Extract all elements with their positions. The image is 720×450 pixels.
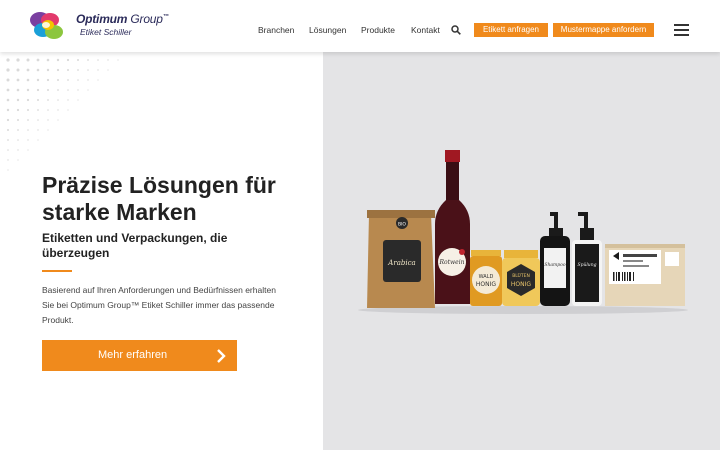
hero-subtitle: Etiketten und Verpackungen, die überzeug…: [42, 231, 228, 260]
shampoo-bottle: Shampoo: [540, 212, 570, 306]
svg-text:Rotwein: Rotwein: [438, 259, 464, 266]
decorative-dots: [6, 58, 119, 171]
soap-bottle: Spülung: [572, 212, 602, 306]
nav-item-branchen[interactable]: Branchen: [258, 25, 294, 35]
chevron-right-icon: [217, 349, 226, 363]
learn-more-label: Mehr erfahren: [98, 349, 168, 361]
hero-body-text: Basierend auf Ihren Anforderungen und Be…: [42, 285, 276, 325]
shipping-box: [605, 244, 685, 306]
wine-bottle: Rotwein: [435, 150, 470, 304]
request-samples-button[interactable]: Mustermappe anfordern: [553, 23, 654, 37]
learn-more-button[interactable]: Mehr erfahren: [42, 340, 237, 371]
nav-item-loesungen[interactable]: Lösungen: [309, 25, 346, 35]
logo[interactable]: Optimum Group™ Etiket Schiller: [28, 8, 169, 44]
svg-text:Arabica: Arabica: [387, 259, 415, 267]
svg-text:Shampoo: Shampoo: [544, 262, 566, 268]
search-icon[interactable]: [451, 25, 461, 35]
svg-text:HONIG: HONIG: [476, 281, 496, 288]
honey-jar-2: BLÜTEN HONIG: [502, 250, 540, 306]
logo-subtitle: Etiket Schiller: [80, 27, 132, 37]
menu-icon[interactable]: [674, 24, 689, 36]
logo-mark-icon: [30, 12, 63, 39]
hero-product-image: BIO Arabica Rotwein WALD HONIG BLÜTEN HO…: [323, 52, 720, 450]
accent-divider: [42, 270, 72, 272]
request-label-button[interactable]: Etikett anfragen: [474, 23, 548, 37]
coffee-bag: BIO Arabica: [367, 210, 435, 308]
svg-text:HONIG: HONIG: [511, 281, 531, 288]
nav-item-kontakt[interactable]: Kontakt: [411, 25, 440, 35]
svg-text:WALD: WALD: [479, 274, 494, 280]
svg-text:BLÜTEN: BLÜTEN: [512, 272, 530, 279]
product-lineup-illustration: BIO Arabica Rotwein WALD HONIG BLÜTEN HO…: [358, 150, 688, 314]
honey-jar-1: WALD HONIG: [470, 250, 502, 306]
hero-title: Präzise Lösungen für starke Marken: [42, 172, 276, 225]
nav-item-produkte[interactable]: Produkte: [361, 25, 395, 35]
site-header: Optimum Group™ Etiket Schiller Branchen …: [0, 0, 720, 52]
svg-text:Spülung: Spülung: [578, 262, 597, 268]
logo-title: Optimum Group™: [76, 12, 169, 26]
svg-text:BIO: BIO: [398, 222, 406, 228]
